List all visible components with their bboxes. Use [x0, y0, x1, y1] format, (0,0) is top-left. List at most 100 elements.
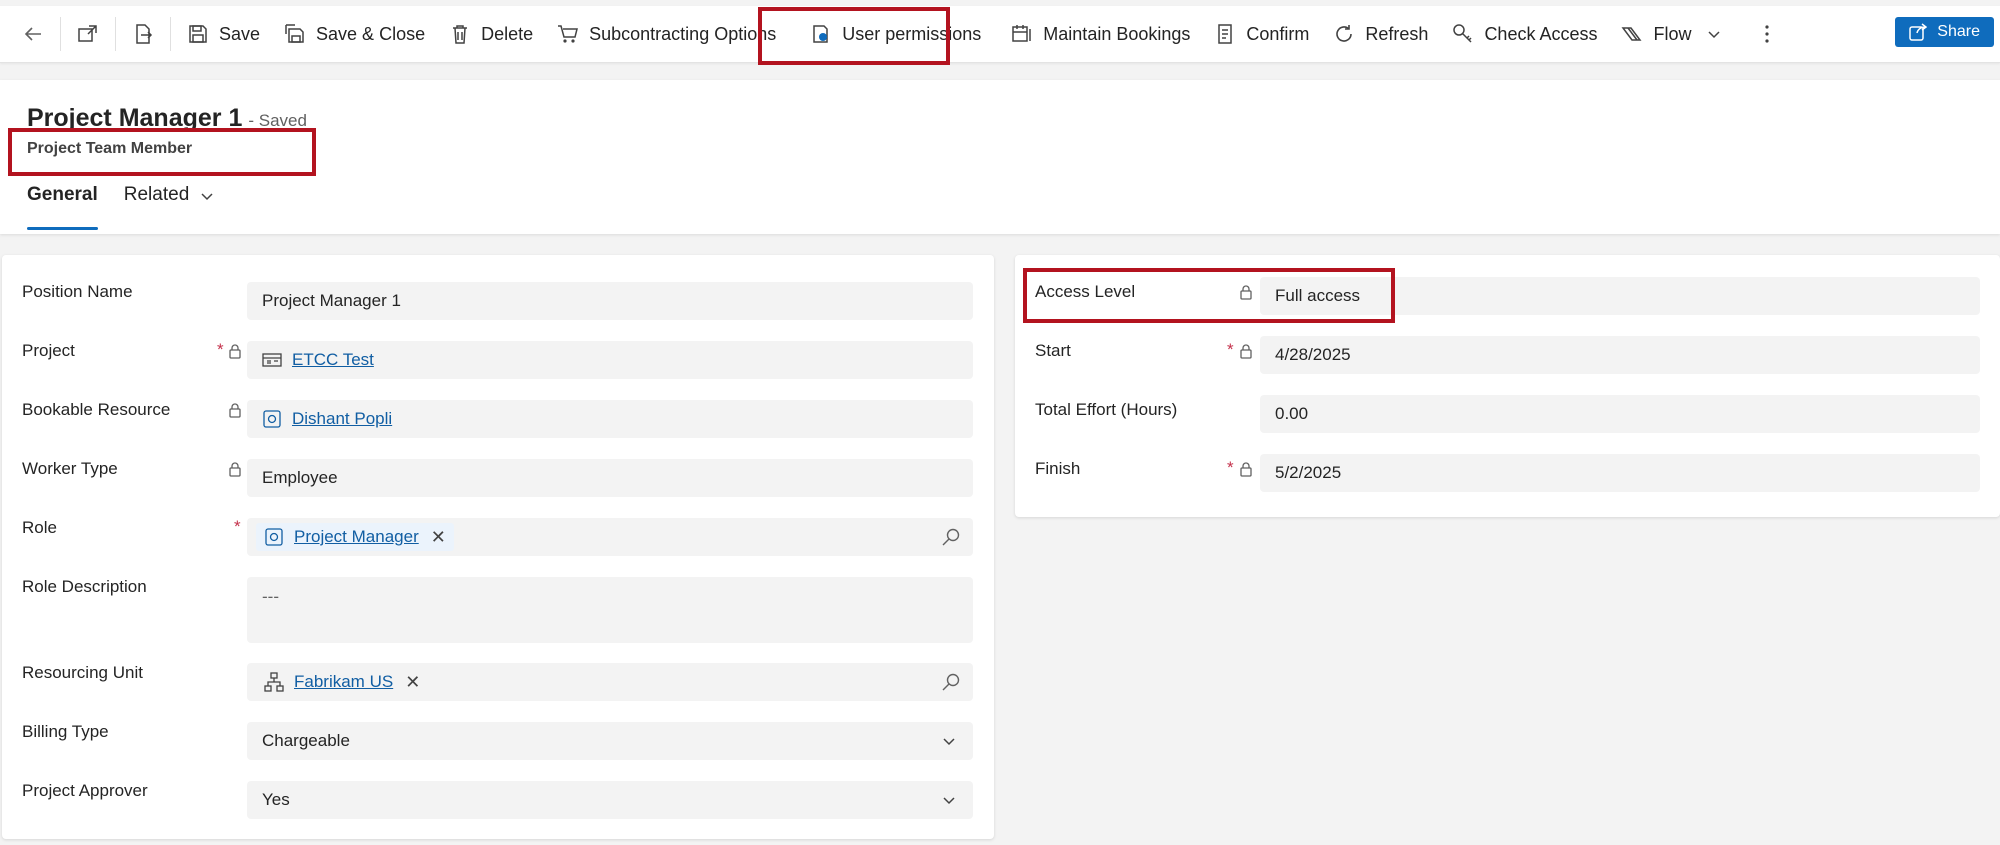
position-name-input[interactable]: Project Manager 1	[247, 282, 973, 320]
general-section-left: Position Name Project Manager 1 Project …	[2, 255, 994, 839]
page-title: Project Manager 1 - Saved	[27, 104, 307, 133]
field-value: ---	[262, 587, 279, 606]
field-value: 0.00	[1275, 404, 1309, 423]
field-label: Resourcing Unit	[22, 663, 143, 682]
role-tag: Project Manager ✕	[256, 523, 454, 551]
maintain-bookings-label: Maintain Bookings	[1043, 23, 1191, 44]
resource-entity-icon	[263, 410, 281, 428]
delete-button[interactable]: Delete	[437, 12, 545, 56]
lock-icon	[1240, 285, 1252, 300]
field-label: Worker Type	[22, 459, 118, 478]
record-title: Project Manager 1	[27, 104, 243, 132]
flow-button[interactable]: Flow	[1609, 12, 1733, 56]
project-entity-icon	[262, 353, 282, 367]
field-label: Role Description	[22, 577, 147, 596]
arrow-left-icon	[24, 27, 41, 41]
more-vertical-icon	[1764, 25, 1769, 43]
tab-general-label: General	[27, 184, 98, 205]
record-header: Project Manager 1 - Saved Project Team Me…	[0, 80, 2000, 234]
save-status: - Saved	[248, 111, 307, 130]
maintain-bookings-button[interactable]: Maintain Bookings	[999, 12, 1202, 56]
field-label: Access Level	[1035, 282, 1136, 301]
total-effort-field[interactable]: 0.00	[1260, 395, 1980, 433]
save-label: Save	[219, 23, 261, 44]
document-export-icon	[136, 24, 153, 44]
role-link[interactable]: Project Manager	[294, 527, 419, 547]
field-value: Full access	[1275, 286, 1361, 305]
key-icon	[1453, 24, 1472, 43]
trash-icon	[453, 25, 468, 44]
org-hierarchy-icon	[264, 672, 284, 692]
entity-subtitle: Project Team Member	[27, 140, 193, 157]
project-approver-select[interactable]: Yes	[247, 781, 973, 819]
tab-related[interactable]: Related	[124, 184, 216, 230]
bookings-icon	[1012, 25, 1032, 42]
separator	[170, 17, 171, 51]
billing-type-select[interactable]: Chargeable	[247, 722, 973, 760]
field-label: Billing Type	[22, 722, 109, 741]
chevron-down-icon	[943, 738, 955, 746]
resourcing-unit-lookup[interactable]: Fabrikam US ✕	[247, 663, 973, 701]
project-lookup[interactable]: ETCC Test	[247, 341, 973, 379]
worker-type-field[interactable]: Employee	[247, 459, 973, 497]
back-button[interactable]	[10, 23, 56, 45]
subcontracting-options-button[interactable]: Subcontracting Options	[545, 12, 788, 56]
search-icon[interactable]	[941, 672, 961, 692]
general-section-right: Access Level Full access Start * 4/28/20…	[1015, 255, 2000, 517]
confirm-button[interactable]: Confirm	[1202, 12, 1321, 56]
refresh-label: Refresh	[1365, 23, 1429, 44]
tab-list: General Related	[27, 184, 241, 230]
user-permissions-icon	[813, 25, 828, 43]
bookable-resource-lookup[interactable]: Dishant Popli	[247, 400, 973, 438]
bookable-resource-link[interactable]: Dishant Popli	[292, 409, 392, 429]
delete-label: Delete	[481, 23, 534, 44]
lock-icon	[229, 344, 241, 359]
command-bar: Save Save & Close Delete Subcontracting …	[0, 6, 2000, 63]
lock-icon	[1240, 344, 1252, 359]
chevron-down-icon	[1707, 31, 1720, 39]
project-link[interactable]: ETCC Test	[292, 350, 374, 370]
lock-icon	[229, 462, 241, 477]
field-label: Role	[22, 518, 57, 537]
open-in-new-window-icon	[78, 25, 97, 42]
lock-icon	[229, 403, 241, 418]
refresh-button[interactable]: Refresh	[1321, 12, 1440, 56]
field-label: Project	[22, 341, 75, 360]
check-access-label: Check Access	[1484, 23, 1598, 44]
save-close-label: Save & Close	[316, 23, 426, 44]
save-button[interactable]: Save	[175, 12, 272, 56]
field-label: Project Approver	[22, 781, 148, 800]
role-lookup[interactable]: Project Manager ✕	[247, 518, 973, 556]
required-indicator: *	[1227, 458, 1234, 477]
access-level-field[interactable]: Full access	[1260, 277, 1980, 315]
save-icon	[189, 25, 207, 43]
open-new-window-button[interactable]	[65, 23, 111, 45]
separator	[115, 17, 116, 51]
field-label: Finish	[1035, 459, 1081, 478]
required-indicator: *	[217, 340, 224, 359]
search-icon[interactable]	[941, 527, 961, 547]
field-value: 4/28/2025	[1275, 345, 1351, 364]
field-value: 5/2/2025	[1275, 463, 1342, 482]
role-description-textarea[interactable]: ---	[247, 577, 973, 643]
tab-general[interactable]: General	[27, 184, 98, 230]
start-date-field[interactable]: 4/28/2025	[1260, 336, 1980, 374]
resourcing-unit-link[interactable]: Fabrikam US	[294, 672, 393, 692]
user-permissions-button[interactable]: User permissions	[798, 12, 993, 56]
remove-resourcing-unit-button[interactable]: ✕	[405, 672, 420, 693]
save-and-close-button[interactable]: Save & Close	[272, 12, 437, 56]
finish-date-field[interactable]: 5/2/2025	[1260, 454, 1980, 492]
resourcing-unit-tag: Fabrikam US ✕	[256, 668, 428, 696]
user-permissions-label: User permissions	[842, 23, 982, 44]
field-label: Start	[1035, 341, 1071, 360]
share-button[interactable]: Share	[1895, 17, 1994, 47]
export-button[interactable]	[120, 23, 166, 45]
field-label: Total Effort (Hours)	[1035, 400, 1178, 419]
lock-icon	[1240, 462, 1252, 477]
field-value: Chargeable	[262, 731, 350, 750]
separator	[60, 17, 61, 51]
save-close-icon	[285, 24, 304, 43]
remove-role-button[interactable]: ✕	[431, 527, 446, 548]
more-commands-button[interactable]	[1744, 23, 1790, 45]
check-access-button[interactable]: Check Access	[1440, 12, 1609, 56]
